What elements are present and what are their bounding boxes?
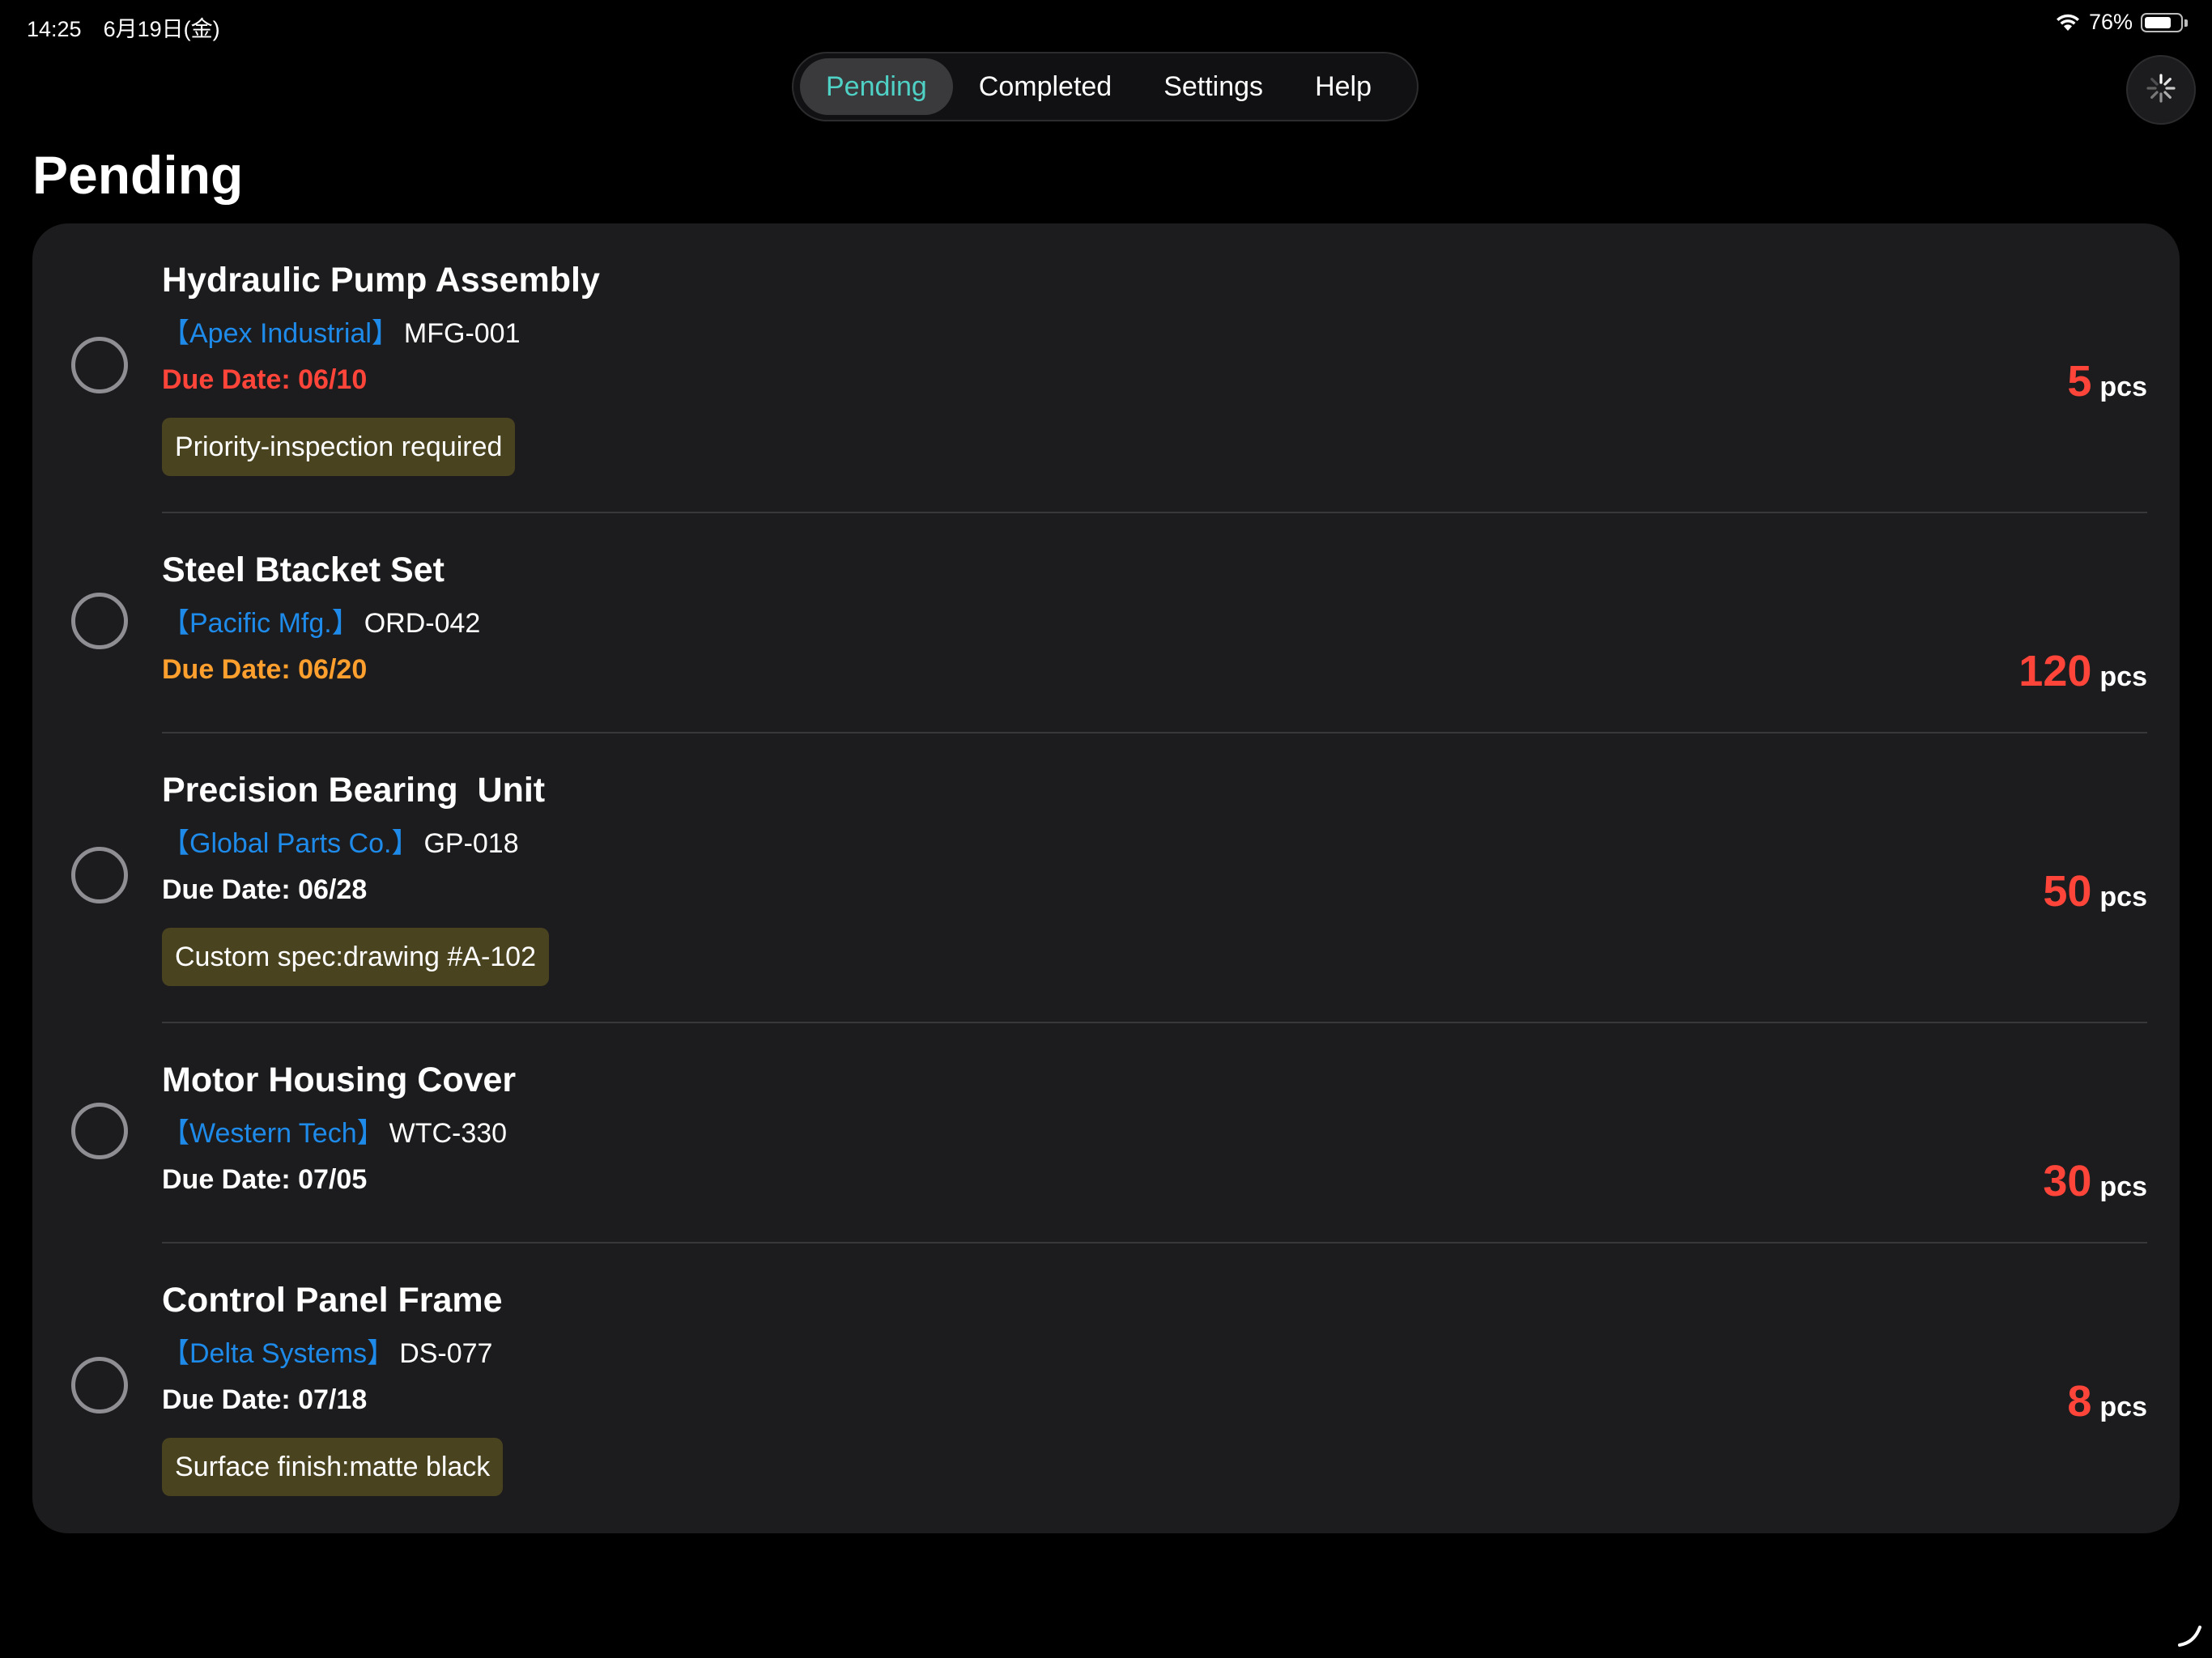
due-date: Due Date: 06/20 — [162, 654, 368, 685]
corner-curve-icon — [2176, 1623, 2204, 1652]
battery-cap — [2184, 19, 2188, 27]
order-number: ORD-042 — [364, 608, 481, 639]
due-date: Due Date: 07/18 — [162, 1384, 368, 1415]
item-meta: 【Apex Industrial】 MFG-001 — [162, 311, 521, 351]
tab-bar: Pending Completed Settings Help — [792, 52, 1419, 121]
quantity: 5 pcs — [2067, 356, 2147, 406]
quantity-value: 8 — [2067, 1377, 2092, 1426]
list-item[interactable]: Precision Bearing Unit 【Global Parts Co.… — [32, 733, 2180, 1023]
sync-button[interactable] — [2126, 55, 2196, 125]
item-title: Control Panel Frame — [162, 1281, 503, 1320]
item-meta: 【Western Tech】 WTC-330 — [162, 1111, 507, 1150]
quantity-value: 5 — [2067, 357, 2092, 406]
complete-checkbox[interactable] — [71, 1357, 128, 1414]
loading-spinner-icon — [2145, 72, 2177, 108]
quantity: 120 pcs — [2018, 646, 2147, 696]
order-number: WTC-330 — [389, 1118, 508, 1149]
battery-fill — [2145, 16, 2171, 28]
customer-name: 【Apex Industrial】 — [162, 318, 399, 349]
complete-checkbox[interactable] — [71, 337, 128, 393]
item-meta: 【Pacific Mfg.】 ORD-042 — [162, 601, 480, 640]
status-right: 76% — [2055, 10, 2188, 35]
quantity: 30 pcs — [2043, 1156, 2147, 1206]
list-item[interactable]: Motor Housing Cover 【Western Tech】 WTC-33… — [32, 1023, 2180, 1244]
quantity: 8 pcs — [2067, 1376, 2147, 1426]
note-tag: Surface finish:matte black — [162, 1438, 504, 1496]
item-title: Precision Bearing Unit — [162, 771, 546, 810]
customer-name: 【Pacific Mfg.】 — [162, 608, 359, 639]
item-meta: 【Delta Systems】 DS-077 — [162, 1331, 492, 1371]
pending-list: Hydraulic Pump Assembly 【Apex Industrial… — [32, 223, 2180, 1533]
item-title: Hydraulic Pump Assembly — [162, 261, 600, 300]
battery-icon — [2141, 12, 2188, 32]
note-tag: Priority-inspection required — [162, 418, 516, 476]
order-number: MFG-001 — [403, 318, 521, 349]
order-number: DS-077 — [399, 1338, 493, 1369]
quantity-unit: pcs — [2099, 1392, 2147, 1422]
wifi-icon — [2055, 13, 2081, 32]
item-meta: 【Global Parts Co.】 GP-018 — [162, 821, 519, 861]
quantity-value: 30 — [2043, 1157, 2092, 1205]
page-title: Pending — [32, 145, 244, 205]
due-date: Due Date: 07/05 — [162, 1164, 368, 1195]
quantity-unit: pcs — [2099, 661, 2147, 692]
item-title: Motor Housing Cover — [162, 1061, 517, 1099]
quantity-unit: pcs — [2099, 1171, 2147, 1202]
quantity-unit: pcs — [2099, 882, 2147, 912]
tab-settings[interactable]: Settings — [1138, 58, 1289, 115]
tab-pending[interactable]: Pending — [800, 58, 953, 115]
customer-name: 【Global Parts Co.】 — [162, 828, 419, 859]
due-date: Due Date: 06/28 — [162, 874, 368, 905]
status-time: 14:25 6月19日(金) — [27, 17, 220, 41]
quantity-value: 120 — [2018, 647, 2092, 695]
customer-name: 【Western Tech】 — [162, 1118, 385, 1149]
complete-checkbox[interactable] — [71, 593, 128, 649]
item-title: Steel Btacket Set — [162, 551, 445, 589]
list-item[interactable]: Steel Btacket Set 【Pacific Mfg.】 ORD-042 … — [32, 513, 2180, 733]
order-number: GP-018 — [423, 828, 519, 859]
note-tag: Custom spec:drawing #A-102 — [162, 928, 550, 986]
list-item[interactable]: Control Panel Frame 【Delta Systems】 DS-07… — [32, 1244, 2180, 1533]
complete-checkbox[interactable] — [71, 1103, 128, 1159]
quantity: 50 pcs — [2043, 866, 2147, 916]
quantity-unit: pcs — [2099, 372, 2147, 402]
status-bar: 14:25 6月19日(金) 76% — [0, 0, 2212, 52]
tab-help[interactable]: Help — [1289, 58, 1397, 115]
tab-completed[interactable]: Completed — [953, 58, 1138, 115]
quantity-value: 50 — [2043, 867, 2092, 916]
complete-checkbox[interactable] — [71, 847, 128, 903]
due-date: Due Date: 06/10 — [162, 364, 368, 395]
battery-percent: 76% — [2088, 10, 2133, 34]
customer-name: 【Delta Systems】 — [162, 1338, 395, 1369]
list-item[interactable]: Hydraulic Pump Assembly 【Apex Industrial… — [32, 223, 2180, 513]
